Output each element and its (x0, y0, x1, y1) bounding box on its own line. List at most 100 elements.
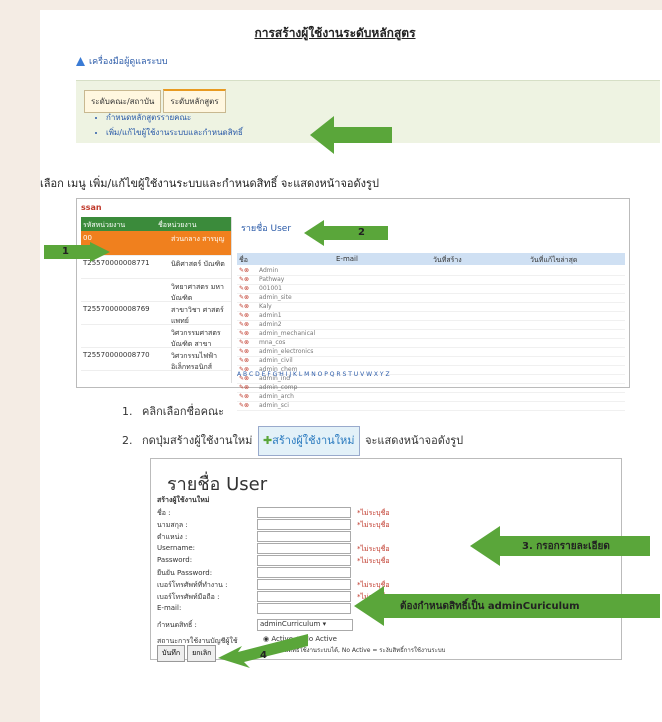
user-row[interactable]: ✎⊗ admin_civil (237, 357, 625, 366)
edit-delete-icon[interactable]: ✎⊗ (237, 267, 257, 275)
department-list-header: รหัสหน่วยงาน ชื่อหน่วยงาน (81, 217, 231, 231)
field-input[interactable] (257, 579, 351, 590)
user-row[interactable]: ✎⊗ admin2 (237, 321, 625, 330)
user-header-updated: วันที่แก้ไขล่าสุด (530, 256, 578, 264)
callout-1-label: 1 (62, 246, 69, 257)
field-input[interactable] (257, 543, 351, 554)
user-table-header: ชื่อ E-mail วันที่สร้าง วันที่แก้ไขล่าสุ… (237, 253, 625, 265)
edit-delete-icon[interactable]: ✎⊗ (237, 357, 257, 365)
user-updated (533, 312, 625, 320)
admin-tabs: ระดับคณะ/สถาบัน ระดับหลักสูตร (84, 89, 228, 113)
user-created (441, 366, 533, 374)
field-input[interactable] (257, 519, 351, 530)
field-label: Username: (157, 544, 196, 552)
user-row[interactable]: ✎⊗ 001001 (237, 285, 625, 294)
field-label: ยืนยัน Password: (157, 569, 213, 577)
alphabet-filter[interactable]: A B C D E F G H I J K L M N O P Q R S T … (237, 371, 390, 378)
form-row: ตำแหน่ง : (157, 531, 437, 543)
required-note: *ไม่ระบุชื่อ (357, 545, 390, 553)
edit-delete-icon[interactable]: ✎⊗ (237, 321, 257, 329)
edit-delete-icon[interactable]: ✎⊗ (237, 294, 257, 302)
user-created (441, 285, 533, 293)
form-row: นามสกุล : *ไม่ระบุชื่อ (157, 519, 437, 531)
user-created (441, 348, 533, 356)
tab-curriculum[interactable]: ระดับหลักสูตร (163, 89, 226, 113)
menu-item-manage-users[interactable]: เพิ่ม/แก้ไขผู้ใช้งานระบบและกำหนดสิทธิ์ (106, 126, 243, 139)
form-row: ยืนยัน Password: (157, 567, 437, 579)
admin-tools-link[interactable]: เครื่องมือผู้ดูแลระบบ (76, 54, 168, 68)
cancel-button[interactable]: ยกเลิก (187, 645, 217, 662)
user-updated (533, 267, 625, 275)
user-row[interactable]: ✎⊗ admin_mechanical (237, 330, 625, 339)
department-name: สาขาวิชา ศาสตร์แพทย์ (171, 306, 224, 325)
user-row[interactable]: ✎⊗ mna_cos (237, 339, 625, 348)
user-email (349, 276, 441, 284)
document-page: การสร้างผู้ใช้งานระดับหลักสูตร เครื่องมื… (40, 10, 662, 722)
step-1-text: คลิกเลือกชื่อคณะ (142, 405, 225, 418)
callout-3: 3. กรอกรายละเอียด (470, 526, 650, 566)
user-row[interactable]: ✎⊗ admin1 (237, 312, 625, 321)
steps-list: 1. คลิกเลือกชื่อคณะ 2. กดปุ่มสร้างผู้ใช้งา… (122, 398, 463, 456)
form-row: Username: *ไม่ระบุชื่อ (157, 543, 437, 555)
user-created (441, 321, 533, 329)
department-row[interactable]: วิทยาศาสตร มหาบัณฑิต (81, 279, 231, 302)
admin-menu: กำหนดหลักสูตรรายคณะ เพิ่ม/แก้ไขผู้ใช้งาน… (94, 111, 243, 141)
field-input[interactable] (257, 507, 351, 518)
user-row[interactable]: ✎⊗ Admin (237, 267, 625, 276)
user-row[interactable]: ✎⊗ admin_site (237, 294, 625, 303)
app-logo: ssan (81, 203, 102, 212)
edit-delete-icon[interactable]: ✎⊗ (237, 285, 257, 293)
field-input[interactable] (257, 555, 351, 566)
arrow-4-icon (218, 634, 308, 668)
user-name: admin_comp (259, 384, 298, 391)
edit-delete-icon[interactable]: ✎⊗ (237, 348, 257, 356)
user-header-created: วันที่สร้าง (433, 256, 462, 264)
user-created (441, 384, 533, 392)
menu-item-define-curriculum[interactable]: กำหนดหลักสูตรรายคณะ (106, 111, 243, 124)
step-1: 1. คลิกเลือกชื่อคณะ (122, 398, 463, 426)
field-input[interactable] (257, 567, 351, 578)
plus-icon: ✚ (262, 434, 273, 447)
department-header-code: รหัสหน่วยงาน (83, 221, 126, 229)
role-select-value: adminCurriculum (260, 620, 321, 628)
create-user-button-label: สร้างผู้ใช้งานใหม่ (272, 434, 355, 447)
user-row[interactable]: ✎⊗ Pathway (237, 276, 625, 285)
user-row[interactable]: ✎⊗ admin_comp (237, 384, 625, 393)
edit-delete-icon[interactable]: ✎⊗ (237, 303, 257, 311)
no-active-radio-label: No Active (303, 635, 337, 643)
department-row[interactable]: T25570000008770 วิศวกรรมไฟฟ้า อิเล็กทรอน… (81, 348, 231, 371)
field-input[interactable] (257, 603, 351, 614)
arrow-2-icon (304, 220, 388, 246)
edit-delete-icon[interactable]: ✎⊗ (237, 339, 257, 347)
field-label: Password: (157, 556, 193, 564)
field-input[interactable] (257, 591, 351, 602)
user-row[interactable]: ✎⊗ admin_electronics (237, 348, 625, 357)
user-row[interactable]: ✎⊗ Kaly (237, 303, 625, 312)
form-buttons: บันทึก ยกเลิก (157, 645, 218, 662)
field-label: ตำแหน่ง : (157, 533, 188, 541)
field-input[interactable] (257, 531, 351, 542)
step-2: 2. กดปุ่มสร้างผู้ใช้งานใหม่ ✚สร้างผู้ใช้ง… (122, 426, 463, 456)
department-row[interactable]: วิศวกรรมศาสตร บัณฑิต สาขา (81, 325, 231, 348)
create-user-button[interactable]: ✚สร้างผู้ใช้งานใหม่ (257, 426, 360, 456)
callout-2: 2 (304, 220, 388, 246)
edit-delete-icon[interactable]: ✎⊗ (237, 276, 257, 284)
edit-delete-icon[interactable]: ✎⊗ (237, 330, 257, 338)
edit-delete-icon[interactable]: ✎⊗ (237, 312, 257, 320)
edit-delete-icon[interactable]: ✎⊗ (237, 384, 257, 392)
user-email (349, 321, 441, 329)
user-table-body: ✎⊗ Admin ✎⊗ Pathway ✎⊗ 001001 ✎⊗ admin_site ✎⊗ Ka… (237, 267, 625, 411)
department-name: วิศวกรรมศาสตร บัณฑิต สาขา (171, 329, 221, 348)
user-updated (533, 375, 625, 383)
user-email (349, 357, 441, 365)
user-list-panel: รายชื่อ User ชื่อ E-mail วันที่สร้าง วัน… (237, 217, 625, 411)
tab-faculty[interactable]: ระดับคณะ/สถาบัน (84, 90, 162, 113)
user-name: admin_site (259, 294, 292, 301)
department-row[interactable]: T25570000008769 สาขาวิชา ศาสตร์แพทย์ (81, 302, 231, 325)
required-note: *ไม่ระบุชื่อ (357, 557, 390, 565)
department-name: วิศวกรรมไฟฟ้า อิเล็กทรอนิกส์ (171, 352, 218, 371)
field-label: E-mail: (157, 604, 182, 612)
callout-role-label: ต้องกำหนดสิทธิ์เป็น adminCuriculum (400, 601, 580, 612)
save-button[interactable]: บันทึก (157, 645, 186, 662)
user-created (441, 312, 533, 320)
